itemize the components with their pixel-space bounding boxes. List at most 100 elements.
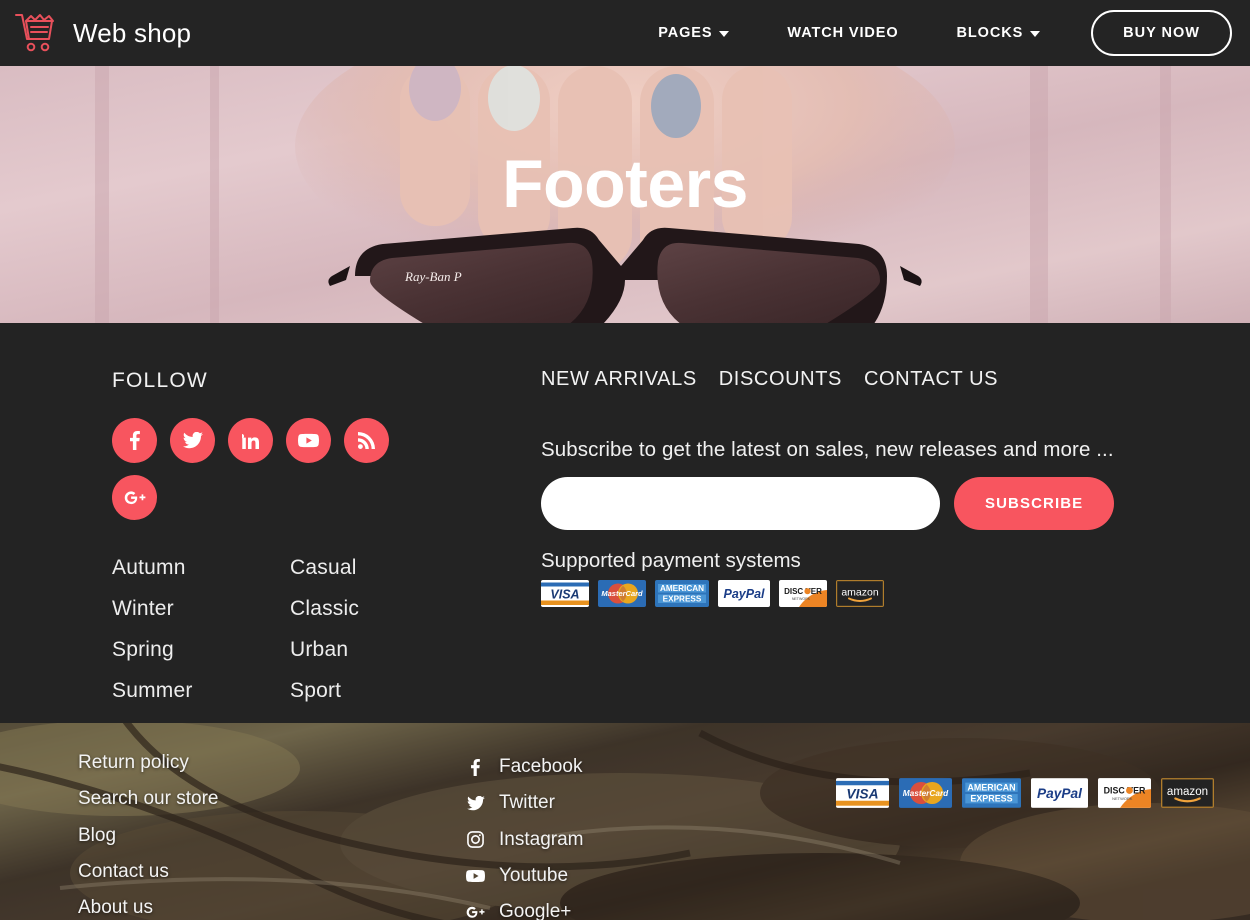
svg-text:VISA: VISA	[846, 787, 878, 802]
footer-tab-contact-us[interactable]: CONTACT US	[864, 368, 998, 391]
social-button-rss[interactable]	[344, 418, 389, 463]
subscribe-description: Subscribe to get the latest on sales, ne…	[541, 438, 1114, 461]
footer-tab-new-arrivals[interactable]: NEW ARRIVALS	[541, 368, 697, 391]
svg-text:MasterCard: MasterCard	[601, 589, 643, 598]
page-title: Footers	[502, 146, 748, 222]
bottom-social-label: Facebook	[499, 756, 583, 777]
bottom-social-label: Twitter	[499, 792, 555, 814]
payment-systems-heading: Supported payment systems	[541, 549, 801, 572]
subscribe-email-input[interactable]	[541, 477, 940, 530]
twitter-icon	[466, 795, 485, 811]
payment-badge-amazon[interactable]: amazon	[836, 580, 884, 607]
social-button-googleplus[interactable]	[112, 475, 157, 520]
social-button-facebook[interactable]	[112, 418, 157, 463]
svg-text:AMERICAN: AMERICAN	[967, 782, 1015, 792]
payment-badge-mastercard[interactable]: MasterCard	[598, 580, 646, 607]
bottom-link-return-policy[interactable]: Return policy	[78, 751, 218, 775]
chevron-down-icon	[1030, 31, 1041, 37]
footer-bottom-bar: Return policy Search our store Blog Cont…	[0, 723, 1250, 920]
footer-link[interactable]: Winter	[112, 593, 262, 624]
nav-item-label: WATCH VIDEO	[787, 25, 899, 41]
footer-link-column-styles: Casual Classic Urban Sport	[290, 552, 440, 706]
footer-link[interactable]: Autumn	[112, 552, 262, 583]
bottom-link-blog[interactable]: Blog	[78, 824, 218, 848]
twitter-icon	[182, 432, 203, 449]
bottom-social-list: Facebook Twitter Instagram Youtube Googl…	[466, 755, 583, 920]
nav-item-watch-video[interactable]: WATCH VIDEO	[758, 25, 927, 41]
payment-badge-list: VISA MasterCard AMERICAN EXPRESS PayPal D…	[541, 580, 884, 607]
bottom-link-search-our-store[interactable]: Search our store	[78, 787, 218, 811]
svg-text:EXPRESS: EXPRESS	[970, 794, 1012, 804]
bottom-link-contact-us[interactable]: Contact us	[78, 860, 218, 884]
bottom-payment-badge-list: VISA MasterCard AMERICAN EXPRESS PayPal D…	[836, 778, 1214, 808]
footer-link[interactable]: Classic	[290, 593, 440, 624]
payment-badge-paypal[interactable]: PayPal	[1031, 778, 1088, 808]
footer-link[interactable]: Spring	[112, 634, 262, 665]
bottom-social-instagram[interactable]: Instagram	[466, 828, 583, 852]
social-button-linkedin[interactable]	[228, 418, 273, 463]
svg-text:PayPal: PayPal	[1037, 786, 1083, 801]
top-navigation-bar: Web shop PAGES WATCH VIDEO BLOCKS BUY NO…	[0, 0, 1250, 66]
nav-item-label: PAGES	[658, 25, 713, 41]
svg-text:EXPRESS: EXPRESS	[663, 595, 702, 604]
svg-text:AMERICAN: AMERICAN	[660, 584, 704, 593]
svg-text:NETWORK: NETWORK	[1112, 796, 1133, 801]
footer-link-columns: Autumn Winter Spring Summer Casual Class…	[112, 552, 440, 706]
hero-banner: Ray-Ban P Footers	[0, 66, 1250, 323]
footer-link[interactable]: Urban	[290, 634, 440, 665]
svg-text:VISA: VISA	[550, 588, 579, 602]
shopping-cart-icon	[14, 11, 60, 55]
svg-text:NETWORK: NETWORK	[792, 597, 811, 601]
rss-icon	[358, 432, 375, 449]
payment-badge-american-express[interactable]: AMERICAN EXPRESS	[962, 778, 1021, 808]
bottom-bar-content: Return policy Search our store Blog Cont…	[0, 723, 1250, 920]
payment-badge-visa[interactable]: VISA	[541, 580, 589, 607]
footer-tab-discounts[interactable]: DISCOUNTS	[719, 368, 842, 391]
payment-badge-mastercard[interactable]: MasterCard	[899, 778, 952, 808]
follow-heading: FOLLOW	[112, 369, 208, 392]
bottom-social-label: Google+	[499, 901, 572, 920]
payment-badge-discover[interactable]: DISC VER NETWORK	[779, 580, 827, 607]
brand-name: Web shop	[73, 17, 192, 48]
page-root: Web shop PAGES WATCH VIDEO BLOCKS BUY NO…	[0, 0, 1250, 920]
linkedin-icon	[242, 432, 259, 449]
footer-link-column-seasons: Autumn Winter Spring Summer	[112, 552, 262, 706]
google-plus-icon	[124, 490, 146, 505]
nav-item-pages[interactable]: PAGES	[629, 25, 758, 41]
bottom-social-googleplus[interactable]: Google+	[466, 900, 583, 920]
bottom-social-label: Instagram	[499, 828, 584, 850]
instagram-icon	[466, 831, 485, 849]
youtube-icon	[298, 433, 319, 448]
payment-badge-discover[interactable]: DISC VER NETWORK	[1098, 778, 1151, 808]
svg-text:Ray-Ban P: Ray-Ban P	[404, 269, 462, 284]
footer-link[interactable]: Summer	[112, 675, 262, 706]
social-button-twitter[interactable]	[170, 418, 215, 463]
facebook-icon	[466, 758, 485, 776]
nav-item-label: BLOCKS	[956, 25, 1024, 41]
payment-badge-amazon[interactable]: amazon	[1161, 778, 1214, 808]
chevron-down-icon	[719, 31, 730, 37]
social-button-youtube[interactable]	[286, 418, 331, 463]
bottom-link-about-us[interactable]: About us	[78, 896, 218, 920]
bottom-social-facebook[interactable]: Facebook	[466, 755, 583, 779]
footer-link[interactable]: Casual	[290, 552, 440, 583]
subscribe-button[interactable]: SUBSCRIBE	[954, 477, 1115, 530]
footer-link[interactable]: Sport	[290, 675, 440, 706]
svg-text:amazon: amazon	[841, 587, 879, 599]
nav-item-blocks[interactable]: BLOCKS	[928, 25, 1070, 41]
svg-text:MasterCard: MasterCard	[903, 789, 949, 798]
buy-now-button[interactable]: BUY NOW	[1091, 10, 1232, 56]
svg-text:DISC VER: DISC VER	[1104, 786, 1146, 796]
brand-logo[interactable]: Web shop	[14, 11, 191, 55]
bottom-links-list: Return policy Search our store Blog Cont…	[78, 751, 218, 920]
bottom-social-twitter[interactable]: Twitter	[466, 791, 583, 815]
payment-badge-american-express[interactable]: AMERICAN EXPRESS	[655, 580, 709, 607]
social-icon-list	[112, 418, 412, 520]
google-plus-icon	[466, 905, 485, 919]
footer-tabs: NEW ARRIVALS DISCOUNTS CONTACT US	[541, 368, 998, 391]
payment-badge-visa[interactable]: VISA	[836, 778, 889, 808]
svg-text:DISC VER: DISC VER	[784, 587, 822, 596]
bottom-social-youtube[interactable]: Youtube	[466, 864, 583, 888]
nav-links: PAGES WATCH VIDEO BLOCKS BUY NOW	[629, 10, 1232, 56]
payment-badge-paypal[interactable]: PayPal	[718, 580, 770, 607]
